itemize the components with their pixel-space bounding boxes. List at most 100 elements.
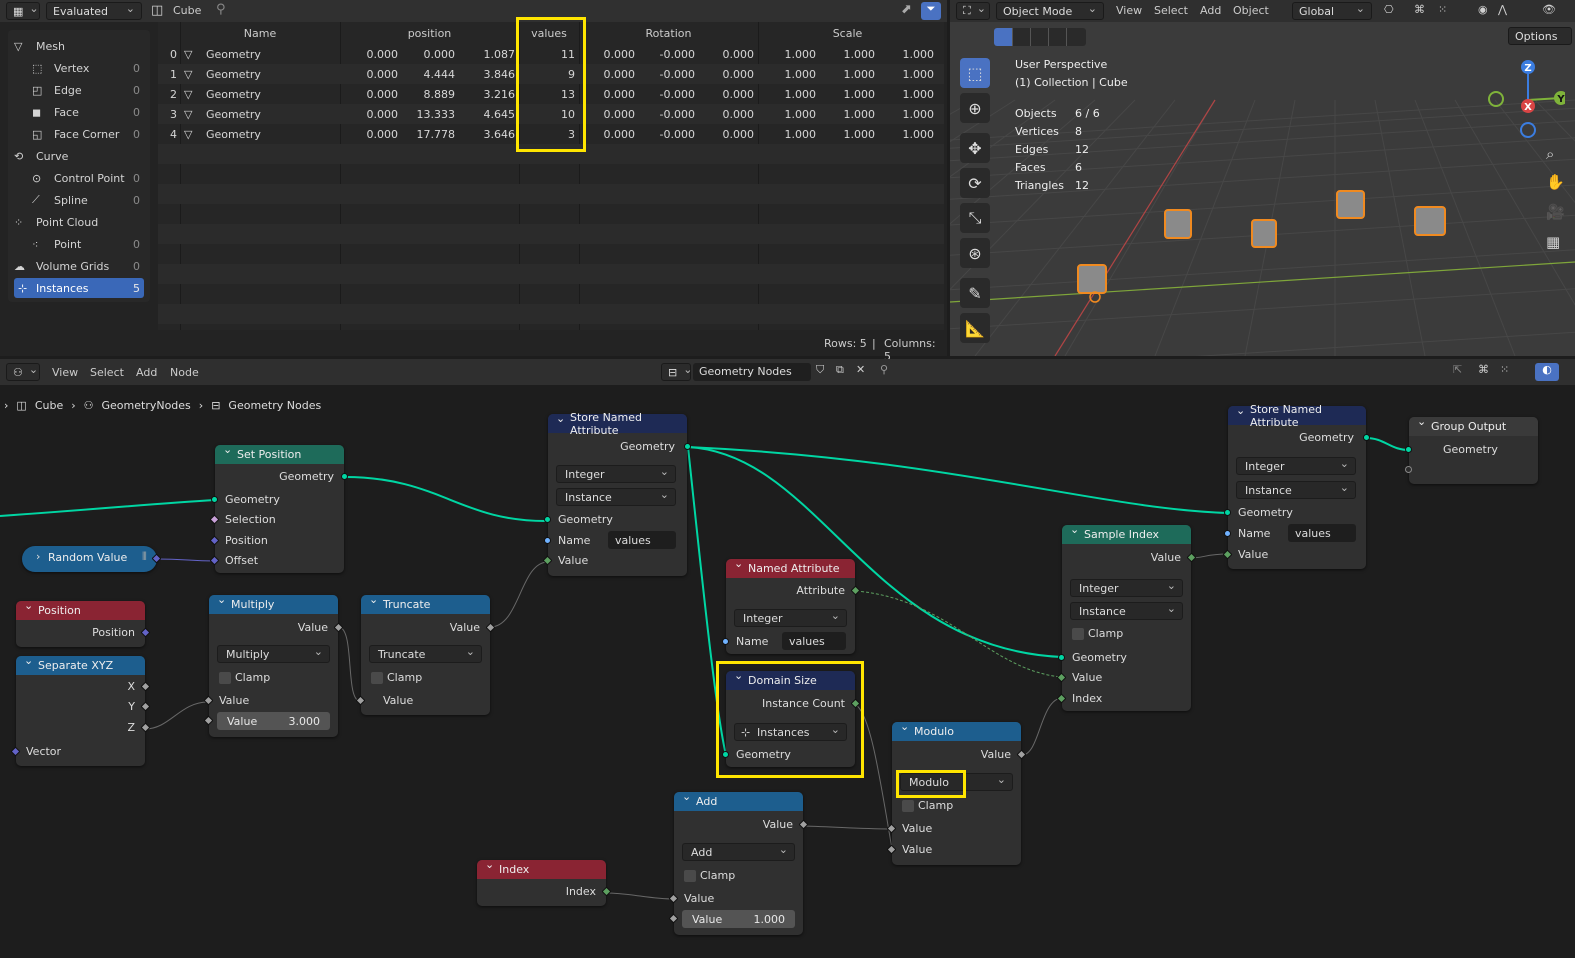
node-position[interactable]: Position Position [16, 599, 151, 647]
node-modulo[interactable]: Modulo Value Modulo Clamp Value Value [886, 720, 1027, 865]
proportional-edit-icon[interactable]: ◉ [1478, 3, 1488, 16]
node-domain-size[interactable]: Domain Size Instance Count ⊹Instances Ge… [722, 669, 861, 767]
editor-type-button[interactable]: ⛶ [956, 2, 990, 20]
socket-geometry-in[interactable] [722, 751, 729, 758]
data-type-dropdown[interactable]: Integer [556, 465, 676, 483]
node-named-attribute[interactable]: Named Attribute Attribute Integer Name v… [722, 557, 861, 654]
socket-geometry-in[interactable] [1058, 654, 1065, 661]
select-box-tool[interactable]: ⬚ [960, 58, 990, 88]
rotate-tool[interactable]: ⟳ [960, 168, 990, 198]
node-random-value[interactable]: Random Value › ⦀ [22, 546, 162, 572]
object-mode-dropdown[interactable]: Object Mode [996, 2, 1104, 20]
column-header-name[interactable]: Name [180, 27, 340, 40]
sidebar-item-instances[interactable]: ⊹ Instances 5 [14, 278, 144, 298]
data-type-dropdown[interactable]: Integer [1236, 457, 1356, 475]
socket-name-in[interactable] [544, 537, 551, 544]
socket-geometry-out[interactable] [684, 443, 691, 450]
socket-geometry-in[interactable] [1224, 509, 1231, 516]
menu-add[interactable]: Add [1200, 4, 1221, 17]
node-editor[interactable]: ⚇ View Select Add Node ⊟ Geometry Nodes … [0, 359, 1575, 958]
component-dropdown[interactable]: ⊹ Instances [734, 723, 847, 741]
transform-orientation-dropdown[interactable]: Global [1292, 2, 1372, 20]
measure-tool[interactable]: 📐 [960, 313, 990, 343]
select-new-icon[interactable] [994, 28, 1012, 46]
socket-geometry-in[interactable] [544, 516, 551, 523]
transform-tool[interactable]: ⊛ [960, 238, 990, 268]
node-store-named-attribute-2[interactable]: Store Named Attribute Geometry Integer I… [1222, 403, 1370, 569]
camera-icon[interactable]: 🎥 [1546, 203, 1565, 221]
pivot-icon[interactable]: ⎔ [1384, 3, 1394, 16]
clamp-checkbox[interactable] [1072, 628, 1084, 640]
pan-hand-icon[interactable]: ✋ [1546, 173, 1565, 191]
falloff-icon[interactable]: ⋀ [1498, 3, 1507, 16]
domain-dropdown[interactable]: Instance [556, 488, 676, 506]
node-sample-index[interactable]: Sample Index Value Integer Instance Clam… [1056, 523, 1197, 711]
name-field[interactable]: values [608, 531, 676, 549]
filter-icon[interactable]: ⏷ [921, 2, 941, 20]
socket-geometry-in[interactable] [1405, 446, 1412, 453]
operation-dropdown[interactable]: Multiply [217, 645, 330, 663]
node-group-output[interactable]: Group Output Geometry [1405, 415, 1538, 484]
node-store-named-attribute-1[interactable]: Store Named Attribute Geometry Integer I… [542, 411, 691, 576]
sidebar-item-point-cloud[interactable]: ⁘ Point Cloud [14, 212, 144, 232]
menu-view[interactable]: View [1116, 4, 1142, 17]
3d-viewport[interactable]: ⛶ Object Mode View Select Add Object Glo… [950, 0, 1575, 356]
navigation-gizmo[interactable]: Z Y X [1485, 55, 1565, 140]
snap-icon[interactable]: ⌘ [1414, 3, 1425, 16]
column-header-scale[interactable]: Scale [758, 27, 937, 40]
editor-type-button[interactable]: ▦ [6, 2, 40, 20]
scale-tool[interactable]: ⤡ [960, 203, 990, 233]
display-mode-dropdown[interactable]: Evaluated [46, 2, 142, 20]
pin-icon[interactable]: ⚲ [216, 2, 226, 17]
select-extend-icon[interactable] [1012, 28, 1030, 46]
node-multiply[interactable]: Multiply Value Multiply Clamp Value Valu… [203, 593, 344, 737]
node-truncate[interactable]: Truncate Value Truncate Clamp Value [355, 593, 496, 715]
menu-object[interactable]: Object [1233, 4, 1269, 17]
clamp-checkbox[interactable] [219, 672, 231, 684]
data-type-dropdown[interactable]: Integer [1070, 579, 1183, 597]
menu-select[interactable]: Select [1154, 4, 1188, 17]
socket-empty-in[interactable] [1405, 466, 1412, 473]
column-header-position[interactable]: position [340, 27, 519, 40]
cursor-tool[interactable]: ⊕ [960, 93, 990, 123]
clamp-checkbox[interactable] [371, 672, 383, 684]
zoom-icon[interactable]: ⌕ [1546, 145, 1554, 163]
column-header-rotation[interactable]: Rotation [579, 27, 758, 40]
sidebar-item-point[interactable]: ⁖ Point 0 [32, 234, 144, 254]
node-index[interactable]: Index Index [477, 858, 612, 906]
data-type-dropdown[interactable]: Integer [734, 609, 847, 627]
domain-dropdown[interactable]: Instance [1236, 481, 1356, 499]
socket-name-in[interactable] [722, 638, 729, 645]
annotate-tool[interactable]: ✎ [960, 278, 990, 308]
socket-name-in[interactable] [1224, 530, 1231, 537]
select-invert-icon[interactable] [1048, 28, 1066, 46]
sidebar-item-spline[interactable]: ⟋ Spline 0 [32, 190, 144, 210]
select-intersect-icon[interactable] [1066, 28, 1084, 46]
select-subtract-icon[interactable] [1030, 28, 1048, 46]
options-dropdown[interactable]: Options [1508, 27, 1572, 45]
value-field[interactable]: Value 3.000 [217, 712, 330, 730]
node-add[interactable]: Add Value Add Clamp Value Value1.000 [668, 790, 809, 935]
ortho-grid-icon[interactable]: ▦ [1546, 233, 1560, 251]
sidebar-item-control-point[interactable]: ⊙ Control Point 0 [32, 168, 144, 188]
domain-dropdown[interactable]: Instance [1070, 602, 1183, 620]
clamp-checkbox[interactable] [684, 870, 696, 882]
name-field[interactable]: values [1288, 524, 1356, 542]
snap-grid-icon[interactable]: ⁙ [1438, 3, 1447, 16]
visibility-icon[interactable]: 👁 [1542, 3, 1556, 16]
selected-only-icon[interactable]: ⬈ [901, 2, 912, 17]
operation-dropdown[interactable]: Modulo [900, 773, 1013, 791]
sidebar-item-volume-grids[interactable]: ☁ Volume Grids 0 [14, 256, 144, 276]
value-field[interactable]: Value 1.000 [682, 910, 795, 928]
move-tool[interactable]: ✥ [960, 133, 990, 163]
operation-dropdown[interactable]: Add [682, 843, 795, 861]
node-set-position[interactable]: Set Position Geometry Geometry Selection… [209, 443, 348, 573]
sidebar-item-curve[interactable]: ⟲ Curve [14, 146, 144, 166]
node-separate-xyz[interactable]: Separate XYZ X Y Z Vector [10, 654, 151, 766]
column-header-values[interactable]: values [519, 27, 579, 40]
socket-geometry-out[interactable] [341, 473, 348, 480]
socket-geometry-in[interactable] [211, 496, 218, 503]
socket-geometry-out[interactable] [1363, 434, 1370, 441]
expand-arrow-icon[interactable]: › [36, 550, 40, 563]
name-field[interactable]: values [782, 632, 846, 650]
